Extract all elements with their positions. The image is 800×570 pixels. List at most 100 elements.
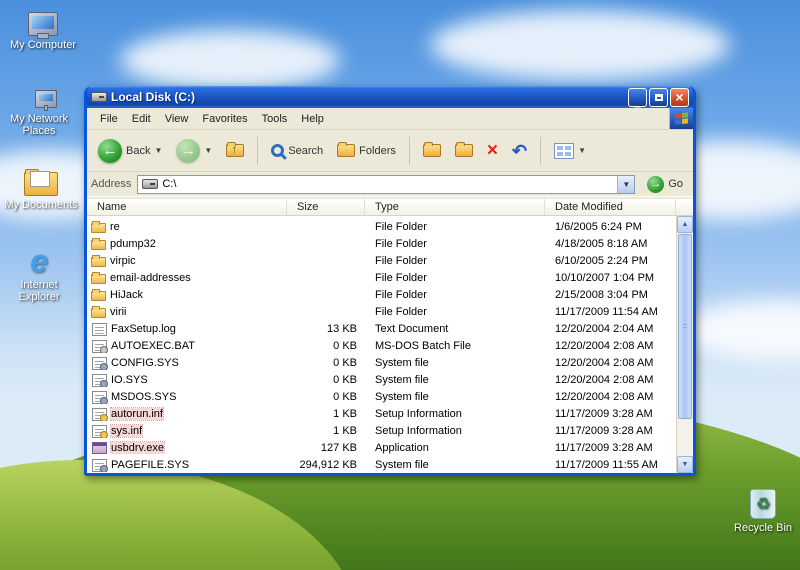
file-name: email-addresses xyxy=(110,271,191,284)
menu-view[interactable]: View xyxy=(158,110,196,128)
copy-to-button[interactable] xyxy=(450,140,478,161)
vertical-scrollbar[interactable]: ▲ ▼ xyxy=(676,216,693,473)
menu-edit[interactable]: Edit xyxy=(125,110,158,128)
menu-tools[interactable]: Tools xyxy=(255,110,295,128)
column-headers: Name Size Type Date Modified xyxy=(87,199,693,216)
table-row[interactable]: IO.SYS 0 KB System file 12/20/2004 2:08 … xyxy=(87,371,693,388)
table-row[interactable]: CONFIG.SYS 0 KB System file 12/20/2004 2… xyxy=(87,354,693,371)
menu-favorites[interactable]: Favorites xyxy=(195,110,254,128)
back-button[interactable]: ← Back ▼ xyxy=(93,135,167,167)
file-name-cell[interactable]: HiJack xyxy=(87,288,287,301)
address-dropdown-icon[interactable]: ▼ xyxy=(617,175,635,193)
delete-button[interactable]: × xyxy=(482,138,503,164)
file-name-cell[interactable]: AUTOEXEC.BAT xyxy=(87,339,287,353)
menu-file[interactable]: File xyxy=(93,110,125,128)
file-name: usbdrv.exe xyxy=(110,441,165,454)
table-row[interactable]: AUTOEXEC.BAT 0 KB MS-DOS Batch File 12/2… xyxy=(87,337,693,354)
my-network-places-icon xyxy=(0,76,78,111)
file-name: HiJack xyxy=(110,288,144,301)
column-header-size[interactable]: Size xyxy=(287,199,365,215)
file-name: sys.inf xyxy=(109,423,144,438)
table-row[interactable]: HiJack File Folder 2/15/2008 3:04 PM xyxy=(87,286,693,303)
table-row[interactable]: PAGEFILE.SYS 294,912 KB System file 11/1… xyxy=(87,456,693,473)
scrollbar-up-icon[interactable]: ▲ xyxy=(677,216,693,233)
file-name-cell[interactable]: CONFIG.SYS xyxy=(87,356,287,370)
recycle-bin-icon: ♻ xyxy=(724,485,800,519)
scrollbar-thumb[interactable] xyxy=(678,234,692,419)
views-button[interactable]: ▼ xyxy=(549,139,591,163)
desktop-icon-my-computer[interactable]: My Computer xyxy=(4,2,82,51)
address-input[interactable]: C:\ ▼ xyxy=(137,174,636,194)
maximize-button[interactable] xyxy=(649,87,668,107)
file-type-cell: File Folder xyxy=(375,305,427,318)
file-type-cell: System file xyxy=(375,356,429,369)
undo-button[interactable]: ↶ xyxy=(507,138,532,164)
desktop-icon-my-network-places[interactable]: My Network Places xyxy=(0,76,78,137)
file-list-rows: re File Folder 1/6/2005 6:24 PM pdump32 … xyxy=(87,216,693,473)
file-type-icon xyxy=(92,424,108,438)
file-date-cell: 2/15/2008 3:04 PM xyxy=(555,288,648,301)
table-row[interactable]: sys.inf 1 KB Setup Information 11/17/200… xyxy=(87,422,693,439)
table-row[interactable]: email-addresses File Folder 10/10/2007 1… xyxy=(87,269,693,286)
file-date-cell: 11/17/2009 3:28 AM xyxy=(555,424,653,437)
desktop-icon-internet-explorer[interactable]: e Internet Explorer xyxy=(0,242,78,303)
file-date-cell: 11/17/2009 11:55 AM xyxy=(555,458,658,471)
column-header-date-modified[interactable]: Date Modified xyxy=(545,199,676,215)
table-row[interactable]: MSDOS.SYS 0 KB System file 12/20/2004 2:… xyxy=(87,388,693,405)
column-header-name[interactable]: Name xyxy=(87,199,287,215)
back-dropdown-icon[interactable]: ▼ xyxy=(154,146,162,155)
folders-button[interactable]: Folders xyxy=(332,140,401,161)
my-computer-icon xyxy=(4,2,82,39)
table-row[interactable]: virpic File Folder 6/10/2005 2:24 PM xyxy=(87,252,693,269)
file-size-cell: 0 KB xyxy=(333,339,357,352)
file-name-cell[interactable]: re xyxy=(87,220,287,233)
address-value: C:\ xyxy=(162,178,177,190)
close-button[interactable]: × xyxy=(670,87,689,107)
table-row[interactable]: usbdrv.exe 127 KB Application 11/17/2009… xyxy=(87,439,693,456)
file-name-cell[interactable]: MSDOS.SYS xyxy=(87,390,287,404)
table-row[interactable]: re File Folder 1/6/2005 6:24 PM xyxy=(87,218,693,235)
file-list: Name Size Type Date Modified re File Fol… xyxy=(87,199,693,473)
move-to-button[interactable] xyxy=(418,140,446,161)
file-size-cell: 1 KB xyxy=(333,424,357,437)
file-name-cell[interactable]: FaxSetup.log xyxy=(87,322,287,336)
go-button[interactable]: → Go xyxy=(641,174,689,195)
desktop-icon-label: Internet Explorer xyxy=(18,279,60,303)
file-name-cell[interactable]: autorun.inf xyxy=(87,406,287,421)
table-row[interactable]: autorun.inf 1 KB Setup Information 11/17… xyxy=(87,405,693,422)
go-arrow-icon: → xyxy=(647,175,665,193)
search-icon xyxy=(271,144,285,157)
column-header-type[interactable]: Type xyxy=(365,199,545,215)
table-row[interactable]: FaxSetup.log 13 KB Text Document 12/20/2… xyxy=(87,320,693,337)
menu-help[interactable]: Help xyxy=(294,110,331,128)
table-row[interactable]: pdump32 File Folder 4/18/2005 8:18 AM xyxy=(87,235,693,252)
forward-dropdown-icon: ▼ xyxy=(204,146,213,155)
table-row[interactable]: virii File Folder 11/17/2009 11:54 AM xyxy=(87,303,693,320)
file-name: MSDOS.SYS xyxy=(111,390,177,403)
file-name-cell[interactable]: pdump32 xyxy=(87,237,287,250)
desktop-icon-recycle-bin[interactable]: ♻ Recycle Bin xyxy=(724,485,800,534)
file-name-cell[interactable]: virii xyxy=(87,305,287,318)
back-arrow-icon: ← xyxy=(98,138,122,163)
title-bar[interactable]: Local Disk (C:) _ × xyxy=(87,86,693,108)
file-name-cell[interactable]: PAGEFILE.SYS xyxy=(87,458,287,472)
file-name: PAGEFILE.SYS xyxy=(111,458,190,471)
file-type-icon xyxy=(92,390,108,404)
toolbar: ← Back ▼ → ▼ ↑ Search Folders × ↶ ▼ xyxy=(87,130,693,172)
desktop-icon-label: My Documents xyxy=(4,199,78,211)
up-button[interactable]: ↑ xyxy=(221,140,249,161)
forward-button[interactable]: → ▼ xyxy=(171,135,217,167)
desktop-icon-label: Recycle Bin xyxy=(733,522,793,534)
views-dropdown-icon[interactable]: ▼ xyxy=(578,146,586,155)
scrollbar-down-icon[interactable]: ▼ xyxy=(677,456,693,473)
file-name-cell[interactable]: usbdrv.exe xyxy=(87,441,287,454)
file-type-cell: System file xyxy=(375,458,429,471)
file-name-cell[interactable]: IO.SYS xyxy=(87,373,287,387)
file-name-cell[interactable]: sys.inf xyxy=(87,423,287,438)
file-name-cell[interactable]: email-addresses xyxy=(87,271,287,284)
search-button[interactable]: Search xyxy=(266,140,328,161)
file-name-cell[interactable]: virpic xyxy=(87,254,287,267)
desktop-icon-my-documents[interactable]: My Documents xyxy=(2,162,80,211)
windows-logo-icon xyxy=(669,108,693,129)
minimize-button[interactable]: _ xyxy=(628,87,647,108)
